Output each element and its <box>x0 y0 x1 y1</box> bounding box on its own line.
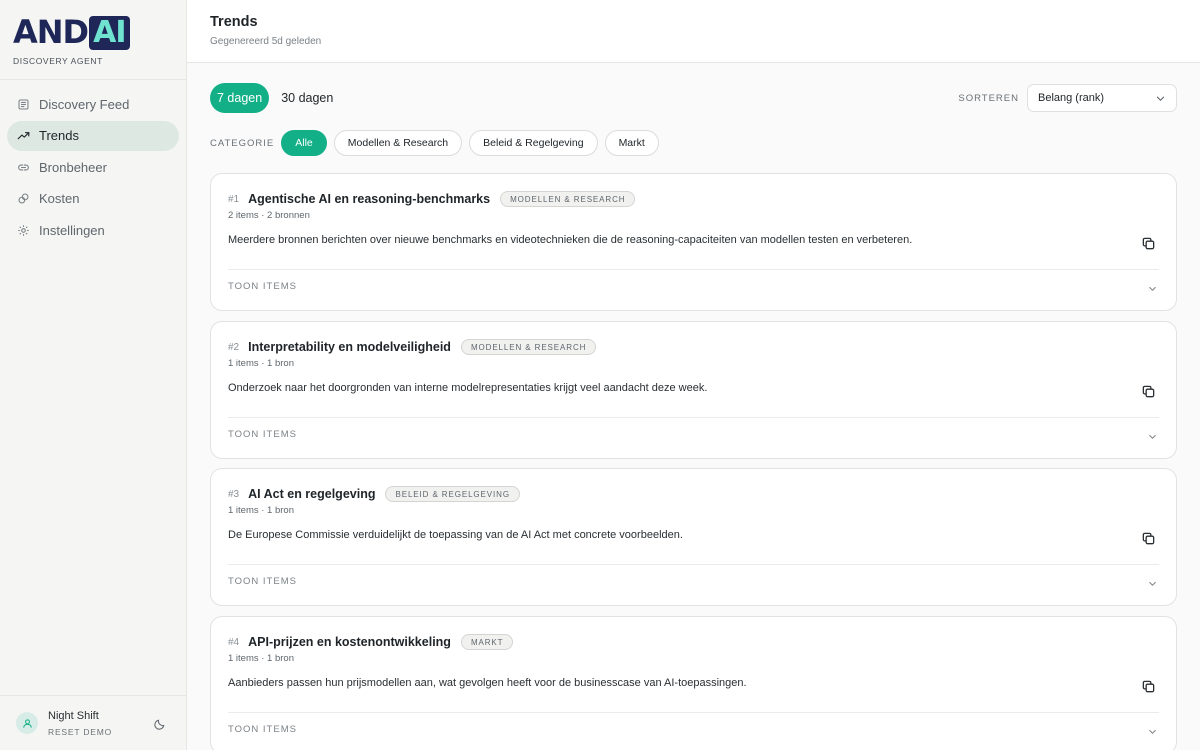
trend-meta: 2 items · 2 bronnen <box>228 210 310 221</box>
trend-title: Interpretability en modelveiligheid <box>248 340 451 354</box>
range-30-days-button[interactable]: 30 dagen <box>274 83 340 113</box>
logo-and-text: AND <box>13 13 89 51</box>
sidebar-item-label: Instellingen <box>39 222 105 238</box>
show-items-label: TOON ITEMS <box>228 575 297 587</box>
copy-icon[interactable] <box>1141 236 1156 251</box>
show-items-label: TOON ITEMS <box>228 428 297 440</box>
category-chip-markt[interactable]: Markt <box>604 130 659 156</box>
chevron-down-icon <box>1147 576 1158 587</box>
sidebar-item-bronbeheer[interactable]: Bronbeheer <box>7 152 179 182</box>
page-header: Trends Gegenereerd 5d geleden <box>187 0 1200 63</box>
sidebar-item-label: Kosten <box>39 191 80 207</box>
link-icon <box>17 161 30 174</box>
sort-value: Belang (rank) <box>1038 92 1105 104</box>
trend-rank: #4 <box>228 636 240 648</box>
range-7-days-button[interactable]: 7 dagen <box>210 83 270 113</box>
user-panel: Night Shift RESET DEMO <box>0 695 186 750</box>
trend-rank: #1 <box>228 193 240 205</box>
show-items-toggle[interactable]: TOON ITEMS <box>228 270 1159 302</box>
sidebar-item-label: Discovery Feed <box>39 96 130 112</box>
trend-description: Meerdere bronnen berichten over nieuwe b… <box>228 234 913 246</box>
user-icon <box>16 712 38 734</box>
brand-subtitle: DISCOVERY AGENT <box>13 56 103 66</box>
category-tag: MODELLEN & RESEARCH <box>460 339 597 355</box>
trend-card: #1 Agentische AI en reasoning-benchmarks… <box>210 173 1177 311</box>
chevron-down-icon <box>1147 429 1158 440</box>
trend-card: #4 API-prijzen en kostenontwikkeling MAR… <box>210 616 1177 750</box>
sidebar-item-kosten[interactable]: Kosten <box>7 184 179 214</box>
copy-icon[interactable] <box>1141 531 1156 546</box>
logo[interactable]: AND AI <box>13 12 173 50</box>
show-items-toggle[interactable]: TOON ITEMS <box>228 713 1159 745</box>
newspaper-icon <box>17 98 30 111</box>
sidebar-item-label: Trends <box>39 128 79 144</box>
trend-card: #2 Interpretability en modelveiligheid M… <box>210 321 1177 459</box>
range-toggle: 7 dagen 30 dagen <box>210 83 345 113</box>
show-items-toggle[interactable]: TOON ITEMS <box>228 418 1159 450</box>
sidebar-item-instellingen[interactable]: Instellingen <box>7 215 179 245</box>
category-tag: MODELLEN & RESEARCH <box>500 191 636 207</box>
trend-title: AI Act en regelgeving <box>248 487 376 501</box>
sidebar: AND AI DISCOVERY AGENT Discovery Feed Tr… <box>0 0 187 750</box>
trend-title: API-prijzen en kostenontwikkeling <box>248 635 451 649</box>
sidebar-item-discovery-feed[interactable]: Discovery Feed <box>7 89 179 119</box>
logo-ai-text: AI <box>89 16 130 50</box>
generated-timestamp: Gegenereerd 5d geleden <box>210 36 322 47</box>
trend-rank: #2 <box>228 341 240 353</box>
sort-select[interactable]: Belang (rank) <box>1027 84 1177 112</box>
sort-label: SORTEREN <box>958 92 1019 104</box>
brand: AND AI DISCOVERY AGENT <box>0 0 186 80</box>
page-title: Trends <box>210 14 258 30</box>
trend-description: Aanbieders passen hun prijsmodellen aan,… <box>228 677 747 689</box>
trend-meta: 1 items · 1 bron <box>228 653 294 664</box>
copy-icon[interactable] <box>1141 679 1156 694</box>
trending-up-icon <box>17 129 30 142</box>
category-tag: MARKT <box>460 634 514 650</box>
moon-icon[interactable] <box>154 717 166 730</box>
show-items-label: TOON ITEMS <box>228 280 297 292</box>
category-label: CATEGORIE <box>210 137 275 149</box>
show-items-label: TOON ITEMS <box>228 723 297 735</box>
show-items-toggle[interactable]: TOON ITEMS <box>228 565 1159 597</box>
trend-meta: 1 items · 1 bron <box>228 505 294 516</box>
user-name: Night Shift <box>48 709 99 722</box>
chevron-down-icon <box>1147 281 1158 292</box>
coins-icon <box>17 192 30 205</box>
category-chip-alle[interactable]: Alle <box>281 130 327 156</box>
trend-card: #3 AI Act en regelgeving BELEID & REGELG… <box>210 468 1177 606</box>
gear-icon <box>17 224 30 237</box>
main-content: 7 dagen 30 dagen SORTEREN Belang (rank) … <box>187 63 1200 750</box>
sidebar-nav: Discovery Feed Trends Bronbeheer Kosten … <box>0 80 186 245</box>
reset-demo-link[interactable]: RESET DEMO <box>48 727 112 737</box>
sidebar-item-label: Bronbeheer <box>39 159 107 175</box>
sidebar-item-trends[interactable]: Trends <box>7 120 179 151</box>
category-chip-modellen-research[interactable]: Modellen & Research <box>333 130 463 156</box>
chevron-down-icon <box>1147 724 1158 735</box>
trend-description: Onderzoek naar het doorgronden van inter… <box>228 382 708 394</box>
category-filter: CATEGORIE Alle Modellen & Research Belei… <box>210 130 666 156</box>
sort-control: SORTEREN Belang (rank) <box>958 84 1177 112</box>
trend-rank: #3 <box>228 488 240 500</box>
trend-title: Agentische AI en reasoning-benchmarks <box>248 192 491 206</box>
copy-icon[interactable] <box>1141 384 1156 399</box>
category-tag: BELEID & REGELGEVING <box>385 486 520 502</box>
category-chip-beleid-regelgeving[interactable]: Beleid & Regelgeving <box>469 130 598 156</box>
trend-meta: 1 items · 1 bron <box>228 358 294 369</box>
chevron-down-icon <box>1155 93 1166 104</box>
trend-description: De Europese Commissie verduidelijkt de t… <box>228 529 683 541</box>
